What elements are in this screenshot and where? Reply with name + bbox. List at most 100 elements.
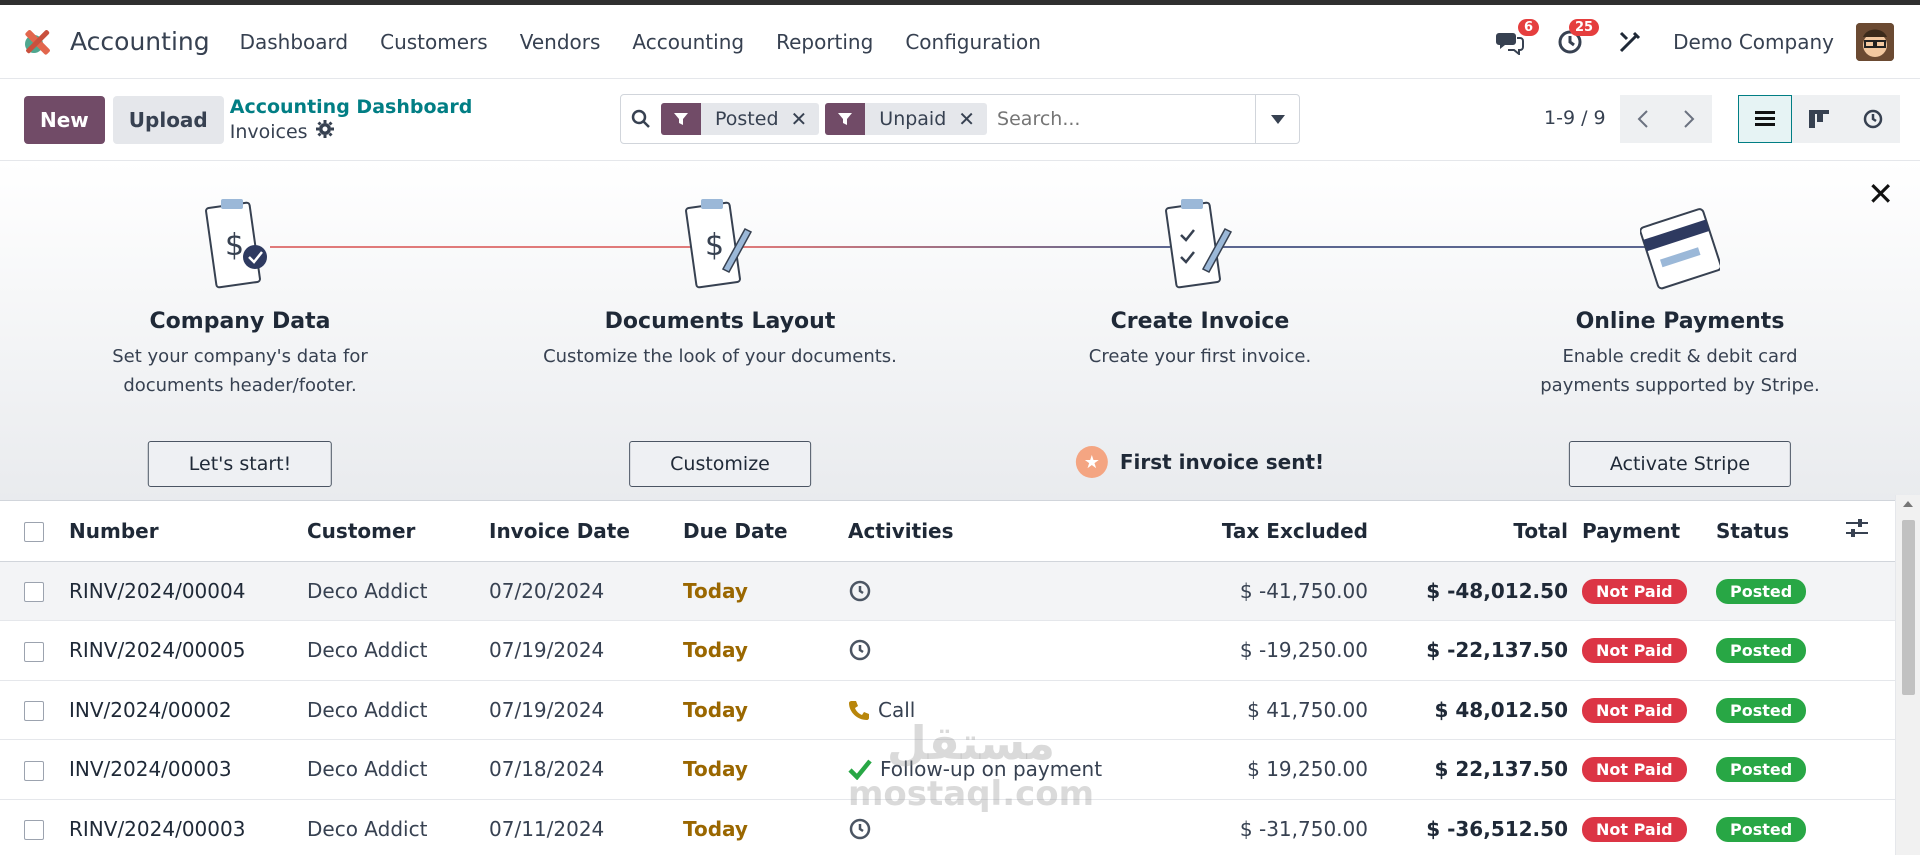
column-activities[interactable]: Activities bbox=[848, 501, 1128, 562]
remove-facet-icon[interactable]: ✕ bbox=[791, 107, 820, 131]
clock-icon[interactable] bbox=[848, 579, 872, 603]
status-badge: Posted bbox=[1716, 638, 1807, 664]
invoice-date: 07/11/2024 bbox=[489, 799, 683, 855]
payment-status-badge: Not Paid bbox=[1582, 578, 1687, 604]
invoice-number[interactable]: RINV/2024/00005 bbox=[69, 620, 307, 681]
row-select-cell bbox=[0, 620, 69, 681]
facet-unpaid: Unpaid ✕ bbox=[825, 103, 988, 135]
menu-dashboard[interactable]: Dashboard bbox=[240, 30, 349, 54]
phone-icon[interactable] bbox=[848, 699, 870, 721]
table-row[interactable]: RINV/2024/00004 Deco Addict 07/20/2024 Toda… bbox=[0, 561, 1895, 621]
payment-status-badge: Not Paid bbox=[1582, 816, 1687, 842]
clock-icon[interactable] bbox=[848, 817, 872, 841]
breadcrumb-accounting-dashboard[interactable]: Accounting Dashboard bbox=[230, 96, 473, 118]
activity-label: Follow-up on payment bbox=[880, 757, 1103, 782]
activity-cell[interactable] bbox=[848, 799, 1128, 855]
invoice-date: 07/19/2024 bbox=[489, 620, 683, 681]
column-tax-excluded[interactable]: Tax Excluded bbox=[1128, 501, 1368, 562]
list-icon bbox=[1755, 111, 1775, 126]
user-avatar[interactable] bbox=[1856, 22, 1894, 61]
menu-configuration[interactable]: Configuration bbox=[905, 30, 1041, 54]
status-cell: Posted bbox=[1716, 620, 1846, 681]
table-row[interactable]: RINV/2024/00003 Deco Addict 07/11/2024 Toda… bbox=[0, 799, 1895, 855]
row-end-cell bbox=[1846, 620, 1895, 681]
column-due-date[interactable]: Due Date bbox=[683, 501, 848, 562]
list-view-button[interactable] bbox=[1738, 95, 1792, 143]
row-checkbox[interactable] bbox=[24, 582, 44, 603]
pager-previous-button[interactable] bbox=[1620, 95, 1666, 143]
step-title: Company Data bbox=[149, 309, 331, 334]
scrollbar-thumb[interactable] bbox=[1902, 520, 1915, 695]
invoices-table: Number Customer Invoice Date Due Date Ac… bbox=[0, 501, 1895, 855]
column-customer[interactable]: Customer bbox=[307, 501, 489, 562]
row-end-cell bbox=[1846, 799, 1895, 855]
column-payment[interactable]: Payment bbox=[1568, 501, 1716, 562]
invoice-date: 07/19/2024 bbox=[489, 680, 683, 740]
activity-cell[interactable]: Call bbox=[848, 680, 1128, 740]
check-icon[interactable] bbox=[848, 758, 872, 781]
activities-icon[interactable]: 25 bbox=[1553, 18, 1600, 59]
kanban-view-button[interactable] bbox=[1792, 95, 1846, 143]
customize-button[interactable]: Customize bbox=[629, 441, 811, 487]
total-amount: $ -22,137.50 bbox=[1368, 620, 1568, 681]
row-checkbox[interactable] bbox=[24, 701, 44, 722]
clock-icon[interactable] bbox=[848, 638, 872, 662]
new-button[interactable]: New bbox=[24, 95, 105, 144]
invoice-number[interactable]: RINV/2024/00004 bbox=[69, 561, 307, 621]
activity-view-button[interactable] bbox=[1846, 95, 1900, 143]
activity-cell[interactable]: Follow-up on payment bbox=[848, 739, 1128, 800]
pager-next-button[interactable] bbox=[1666, 95, 1712, 143]
activate-stripe-button[interactable]: Activate Stripe bbox=[1568, 441, 1792, 487]
table-row[interactable]: INV/2024/00002 Deco Addict 07/19/2024 Today… bbox=[0, 680, 1895, 740]
status-cell: Posted bbox=[1716, 561, 1846, 621]
menu-reporting[interactable]: Reporting bbox=[776, 30, 873, 54]
company-switcher[interactable]: Demo Company bbox=[1673, 30, 1834, 54]
payment-status-badge: Not Paid bbox=[1582, 638, 1687, 664]
step-description: Create your first invoice. bbox=[1088, 346, 1312, 367]
invoice-number[interactable]: RINV/2024/00003 bbox=[69, 799, 307, 855]
menu-accounting[interactable]: Accounting bbox=[632, 30, 744, 54]
row-checkbox[interactable] bbox=[24, 820, 44, 841]
step-create-invoice: Create Invoice Create your first invoice… bbox=[1000, 191, 1400, 478]
row-checkbox[interactable] bbox=[24, 760, 44, 781]
invoice-number[interactable]: INV/2024/00002 bbox=[69, 680, 307, 740]
remove-facet-icon[interactable]: ✕ bbox=[958, 107, 987, 131]
lets-start-button[interactable]: Let's start! bbox=[147, 441, 333, 487]
debug-tools-icon[interactable] bbox=[1613, 25, 1647, 59]
customer-name: Deco Addict bbox=[307, 680, 489, 740]
invoice-number[interactable]: INV/2024/00003 bbox=[69, 739, 307, 800]
row-checkbox[interactable] bbox=[24, 641, 44, 662]
table-scrollbar[interactable] bbox=[1895, 495, 1920, 855]
search-options-toggle[interactable] bbox=[1255, 95, 1299, 143]
pager-value[interactable]: 1-9 / 9 bbox=[1544, 107, 1606, 129]
due-date: Today bbox=[683, 799, 848, 855]
table-row[interactable]: RINV/2024/00005 Deco Addict 07/19/2024 Toda… bbox=[0, 620, 1895, 681]
column-settings-icon[interactable] bbox=[1846, 518, 1868, 538]
scroll-up-arrow-icon[interactable] bbox=[1903, 501, 1913, 507]
accounting-logo-icon[interactable] bbox=[20, 24, 56, 60]
select-all-checkbox[interactable] bbox=[24, 522, 44, 543]
caret-down-icon bbox=[1270, 114, 1285, 124]
customer-name: Deco Addict bbox=[307, 739, 489, 800]
app-name[interactable]: Accounting bbox=[70, 27, 210, 56]
column-total[interactable]: Total bbox=[1368, 501, 1568, 562]
column-number[interactable]: Number bbox=[69, 501, 307, 562]
activities-badge: 25 bbox=[1568, 18, 1600, 36]
gear-icon[interactable] bbox=[315, 120, 334, 143]
messages-icon[interactable]: 6 bbox=[1493, 18, 1540, 59]
menu-customers[interactable]: Customers bbox=[380, 30, 488, 54]
table-row[interactable]: INV/2024/00003 Deco Addict 07/18/2024 Today… bbox=[0, 739, 1895, 800]
upload-button[interactable]: Upload bbox=[112, 95, 224, 144]
status-badge: Posted bbox=[1716, 578, 1807, 604]
menu-vendors[interactable]: Vendors bbox=[520, 30, 601, 54]
row-end-cell bbox=[1846, 680, 1895, 740]
optional-columns-cell bbox=[1846, 501, 1895, 562]
activity-cell[interactable] bbox=[848, 620, 1128, 681]
column-status[interactable]: Status bbox=[1716, 501, 1846, 562]
step-done-label: First invoice sent! bbox=[1119, 450, 1325, 474]
activity-cell[interactable] bbox=[848, 561, 1128, 621]
status-cell: Posted bbox=[1716, 799, 1846, 855]
search-icon[interactable] bbox=[621, 109, 661, 129]
column-invoice-date[interactable]: Invoice Date bbox=[489, 501, 683, 562]
search-input[interactable] bbox=[997, 108, 1248, 130]
